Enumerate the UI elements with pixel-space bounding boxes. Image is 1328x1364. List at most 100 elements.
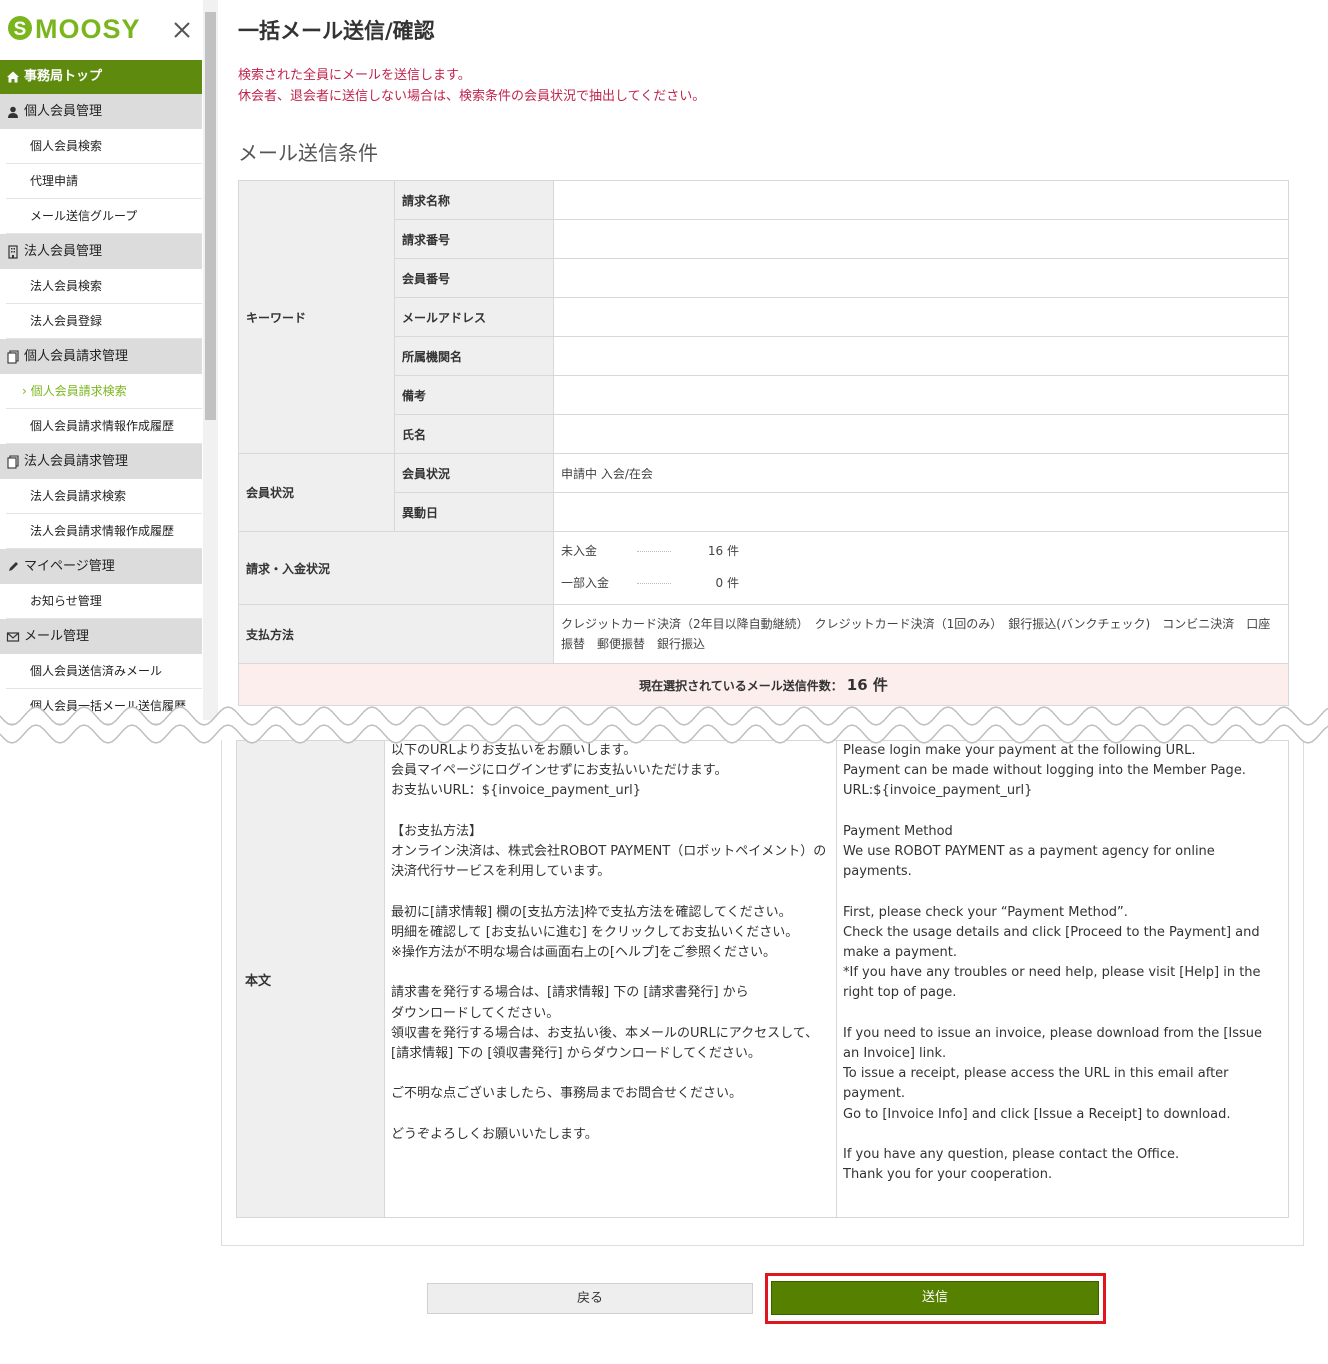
sidebar-item-sent-mail[interactable]: 個人会員送信済みメール bbox=[6, 654, 202, 689]
sidebar-item-label: 事務局トップ bbox=[24, 69, 103, 84]
svg-text:S: S bbox=[14, 19, 27, 40]
table-row: 所属機関名 bbox=[239, 336, 1289, 376]
home-icon bbox=[7, 71, 19, 83]
table-row: 備考 bbox=[239, 375, 1289, 415]
field-label: 会員状況 bbox=[394, 453, 554, 493]
table-row: 支払方法 クレジットカード決済（2年目以降自動継続） クレジットカード決済（1回… bbox=[238, 604, 1289, 664]
sidebar-section-label: 法人会員請求管理 bbox=[24, 454, 129, 469]
payment-status-value: 未入金 16 件 一部入金 0 件 bbox=[553, 531, 1289, 605]
body-english: Please login make your payment at the fo… bbox=[836, 740, 1289, 1218]
page-title: 一括メール送信/確認 bbox=[238, 19, 435, 43]
body-jp-text: 以下のURLよりお支払いをお願いします。 会員マイページにログインせずにお支払い… bbox=[391, 743, 827, 1142]
field-value bbox=[553, 258, 1289, 298]
sidebar-section-label: 法人会員管理 bbox=[24, 244, 103, 259]
field-label: 備考 bbox=[394, 375, 554, 415]
unpaid-label: 未入金 bbox=[561, 544, 598, 558]
table-row: 異動日 bbox=[239, 492, 1289, 532]
change-date-value bbox=[553, 492, 1289, 532]
notice-line: 検索された全員にメールを送信します。 bbox=[238, 68, 471, 83]
sidebar-section-corporate-billing[interactable]: 法人会員請求管理 bbox=[0, 444, 202, 479]
sidebar-item-corporate-billing-search[interactable]: 法人会員請求検索 bbox=[6, 479, 202, 514]
table-row: 本文 以下のURLよりお支払いをお願いします。 会員マイページにログインせずにお… bbox=[236, 740, 1289, 1218]
sidebar-section-mail[interactable]: メール管理 bbox=[0, 619, 202, 654]
field-value bbox=[553, 375, 1289, 415]
body-jp-clip: 以下のURLよりお支払いをお願いします。 会員マイページにログインせずにお支払い… bbox=[391, 741, 830, 1217]
sidebar-item-personal-search[interactable]: 個人会員検索 bbox=[6, 129, 202, 164]
divider bbox=[637, 583, 671, 584]
field-label: 請求番号 bbox=[394, 219, 554, 259]
send-count-label: 現在選択されているメール送信件数： bbox=[639, 679, 843, 693]
table-row: メールアドレス bbox=[239, 297, 1289, 337]
field-value bbox=[553, 180, 1289, 220]
building-icon bbox=[8, 244, 18, 259]
payment-method-label: 支払方法 bbox=[238, 604, 554, 664]
torn-edge-divider bbox=[0, 706, 1328, 744]
body-label: 本文 bbox=[236, 740, 385, 1218]
sidebar-item-proxy-application[interactable]: 代理申請 bbox=[6, 164, 202, 199]
sidebar-item-mail-group[interactable]: メール送信グループ bbox=[6, 199, 202, 234]
sidebar-item-corporate-search[interactable]: 法人会員検索 bbox=[6, 269, 202, 304]
document-icon bbox=[7, 349, 19, 364]
member-status-label: 会員状況 bbox=[238, 453, 395, 532]
sidebar-item-corporate-billing-history[interactable]: 法人会員請求情報作成履歴 bbox=[6, 514, 202, 549]
field-value bbox=[553, 336, 1289, 376]
sidebar-section-label: 個人会員管理 bbox=[24, 104, 103, 119]
mail-conditions-table: キーワード 請求名称 請求番号 会員番号 メールアドレス 所属機関名 備考 氏名… bbox=[238, 180, 1289, 706]
sidebar-menu: 事務局トップ 個人会員管理 個人会員検索 代理申請 メール送信グループ 法人会員… bbox=[0, 60, 202, 724]
sidebar-section-label: 個人会員請求管理 bbox=[24, 349, 129, 364]
field-value bbox=[553, 297, 1289, 337]
table-row: 請求番号 bbox=[239, 219, 1289, 259]
payment-status-label: 請求・入金状況 bbox=[238, 531, 554, 605]
partial-label: 一部入金 bbox=[561, 576, 610, 590]
table-row: 氏名 bbox=[239, 414, 1289, 454]
sidebar-item-corporate-register[interactable]: 法人会員登録 bbox=[6, 304, 202, 339]
person-icon bbox=[8, 106, 18, 118]
partial-count: 0 件 bbox=[715, 576, 739, 590]
field-label: メールアドレス bbox=[394, 297, 554, 337]
divider bbox=[637, 551, 671, 552]
unpaid-count: 16 件 bbox=[707, 544, 739, 558]
table-row: キーワード 請求名称 bbox=[238, 180, 1289, 454]
sidebar-section-label: マイページ管理 bbox=[24, 559, 115, 574]
sidebar-item-label: 個人会員請求検索 bbox=[30, 384, 127, 398]
sidebar-item-personal-billing-search[interactable]: › 個人会員請求検索 bbox=[6, 374, 202, 409]
field-label: 請求名称 bbox=[394, 180, 554, 220]
partial-row: 一部入金 0 件 bbox=[561, 568, 1281, 602]
table-row: 請求・入金状況 未入金 16 件 一部入金 0 件 bbox=[238, 531, 1289, 605]
document-icon bbox=[7, 454, 19, 469]
scrollbar-thumb[interactable] bbox=[205, 12, 216, 420]
field-label: 氏名 bbox=[394, 414, 554, 454]
sidebar-section-corporate-members[interactable]: 法人会員管理 bbox=[0, 234, 202, 269]
field-label: 異動日 bbox=[394, 492, 554, 532]
payment-method-value: クレジットカード決済（2年目以降自動継続） クレジットカード決済（1回のみ） 銀… bbox=[553, 604, 1289, 664]
mail-body-table: 本文 以下のURLよりお支払いをお願いします。 会員マイページにログインせずにお… bbox=[236, 740, 1289, 1218]
unpaid-row: 未入金 16 件 bbox=[561, 534, 1281, 568]
sidebar-item-personal-billing-history[interactable]: 個人会員請求情報作成履歴 bbox=[6, 409, 202, 444]
sidebar-section-personal-members[interactable]: 個人会員管理 bbox=[0, 94, 202, 129]
sidebar-section-label: メール管理 bbox=[24, 629, 90, 644]
keyword-label: キーワード bbox=[238, 180, 395, 454]
sidebar-scrollbar[interactable] bbox=[203, 0, 218, 720]
field-value bbox=[553, 219, 1289, 259]
sidebar-section-mypage[interactable]: マイページ管理 bbox=[0, 549, 202, 584]
member-status-value: 申請中 入会/在会 bbox=[553, 453, 1289, 493]
close-icon[interactable] bbox=[168, 16, 196, 44]
body-japanese: 以下のURLよりお支払いをお願いします。 会員マイページにログインせずにお支払い… bbox=[384, 740, 837, 1218]
body-en-text: Please login make your payment at the fo… bbox=[843, 743, 1263, 1183]
smoosy-logo[interactable]: S MOOSY bbox=[6, 10, 166, 46]
sidebar-item-news[interactable]: お知らせ管理 bbox=[6, 584, 202, 619]
sidebar-section-personal-billing[interactable]: 個人会員請求管理 bbox=[0, 339, 202, 374]
send-button[interactable]: 送信 bbox=[771, 1281, 1099, 1315]
pencil-icon bbox=[9, 561, 18, 571]
sidebar: S MOOSY 事務局トップ 個人会員管理 個人会員検索 代理申請 メール送信グ… bbox=[0, 0, 202, 724]
sidebar-item-office-top[interactable]: 事務局トップ bbox=[0, 60, 202, 94]
notice-line: 休会者、退会者に送信しない場合は、検索条件の会員状況で抽出してください。 bbox=[238, 89, 706, 104]
notice-message: 検索された全員にメールを送信します。 休会者、退会者に送信しない場合は、検索条件… bbox=[238, 65, 705, 107]
table-row: 会員状況 会員状況 申請中 入会/在会 bbox=[238, 453, 1289, 532]
mail-icon bbox=[6, 631, 20, 642]
table-row: 会員番号 bbox=[239, 258, 1289, 298]
back-button[interactable]: 戻る bbox=[427, 1283, 753, 1314]
field-label: 所属機関名 bbox=[394, 336, 554, 376]
svg-text:MOOSY: MOOSY bbox=[35, 14, 141, 44]
body-en-clip: Please login make your payment at the fo… bbox=[843, 741, 1282, 1217]
